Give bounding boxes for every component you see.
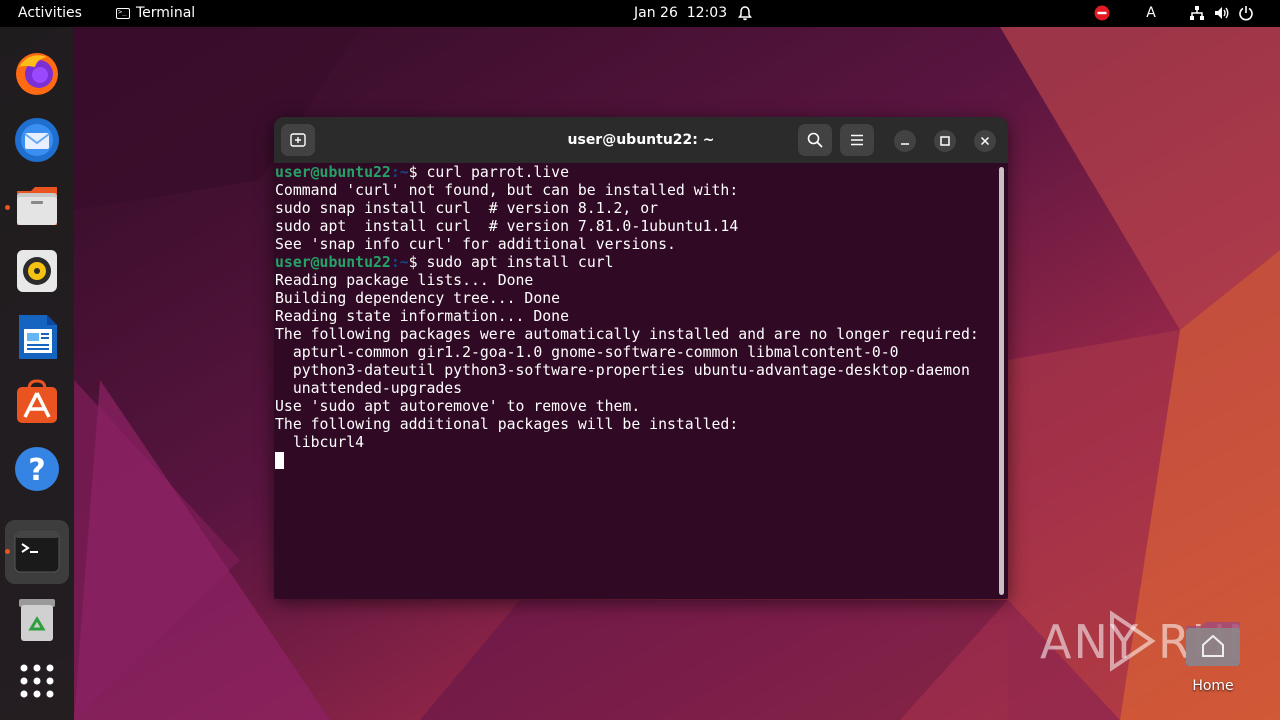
prompt-symbol: $ — [408, 164, 427, 181]
prompt-user: user@ubuntu22 — [275, 164, 391, 181]
terminal-line: sudo apt install curl # version 7.81.0-1… — [275, 218, 739, 235]
svg-text:?: ? — [28, 453, 45, 488]
terminal-window[interactable]: user@ubuntu22: ~ user@ubuntu22:~$ curl p… — [274, 117, 1008, 599]
terminal-line: Building dependency tree... Done — [275, 290, 561, 307]
prompt-path: :~ — [390, 254, 409, 271]
command-text: sudo apt install curl — [426, 254, 614, 271]
menu-button[interactable] — [840, 124, 874, 156]
network-icon — [1190, 6, 1204, 20]
terminal-line: Reading package lists... Done — [275, 272, 534, 289]
terminal-line: apturl-common gir1.2-goa-1.0 gnome-softw… — [275, 344, 899, 361]
activities-button[interactable]: Activities — [18, 0, 82, 27]
dock-ubuntu-software[interactable] — [11, 377, 63, 429]
dock-terminal[interactable] — [11, 526, 63, 578]
dock-files[interactable] — [11, 179, 63, 231]
close-icon — [980, 136, 990, 146]
desktop-home-icon[interactable] — [1184, 618, 1242, 668]
terminal-line: See 'snap info curl' for additional vers… — [275, 236, 676, 253]
terminal-icon: >_ — [116, 8, 130, 19]
clock-button[interactable]: Jan 26 12:03 — [634, 0, 727, 27]
app-menu-label: Terminal — [136, 5, 196, 21]
terminal-line: The following additional packages will b… — [275, 416, 739, 433]
app-grid-icon — [20, 664, 54, 698]
dock-help[interactable]: ? — [11, 443, 63, 495]
terminal-line: Command 'curl' not found, but can be ins… — [275, 182, 739, 199]
hamburger-menu-icon — [851, 134, 863, 146]
minimize-icon — [901, 143, 909, 145]
app-menu-button[interactable]: >_ Terminal — [116, 0, 195, 27]
trash-icon — [19, 599, 55, 641]
terminal-output[interactable]: user@ubuntu22:~$ curl parrot.live Command… — [274, 163, 998, 599]
dock-trash[interactable] — [11, 593, 63, 645]
dock-rhythmbox[interactable] — [11, 245, 63, 297]
top-bar: Activities >_ Terminal Jan 26 12:03 A — [0, 0, 1280, 27]
maximize-icon — [940, 136, 950, 146]
clock-date: Jan 26 — [634, 5, 678, 21]
terminal-line: Reading state information... Done — [275, 308, 569, 325]
terminal-line: libcurl4 — [275, 434, 365, 451]
minimize-button[interactable] — [894, 130, 916, 152]
terminal-icon — [14, 531, 60, 573]
desktop-home-label: Home — [1192, 678, 1234, 694]
terminal-line — [275, 452, 998, 470]
terminal-line: user@ubuntu22:~$ curl parrot.live — [275, 164, 998, 182]
clock-time: 12:03 — [686, 5, 728, 21]
show-applications-button[interactable] — [11, 655, 63, 707]
firefox-icon — [16, 53, 58, 95]
terminal-scrollbar[interactable] — [999, 167, 1004, 595]
terminal-line: sudo snap install curl # version 8.1.2, … — [275, 200, 659, 217]
close-button[interactable] — [974, 130, 996, 152]
search-icon — [807, 132, 823, 148]
dock: ? — [0, 27, 74, 720]
files-icon — [17, 187, 57, 225]
rhythmbox-icon — [17, 250, 57, 292]
terminal-headerbar[interactable]: user@ubuntu22: ~ — [274, 117, 1008, 163]
prompt-symbol: $ — [408, 254, 427, 271]
prompt-path: :~ — [390, 164, 409, 181]
new-tab-button[interactable] — [281, 124, 315, 156]
dock-thunderbird[interactable] — [11, 113, 63, 165]
maximize-button[interactable] — [934, 130, 956, 152]
running-indicator — [5, 549, 10, 554]
running-indicator — [5, 205, 10, 210]
terminal-line: The following packages were automaticall… — [275, 326, 979, 343]
terminal-line: python3-dateutil python3-software-proper… — [275, 362, 970, 379]
dock-firefox[interactable] — [11, 47, 63, 99]
do-not-disturb-icon — [1094, 5, 1110, 21]
writer-icon — [19, 315, 57, 359]
home-folder-icon — [1186, 622, 1240, 666]
software-icon — [17, 379, 57, 423]
new-tab-icon — [290, 133, 306, 147]
thunderbird-icon — [15, 118, 59, 162]
terminal-line: Use 'sudo apt autoremove' to remove them… — [275, 398, 641, 415]
terminal-line: user@ubuntu22:~$ sudo apt install curl — [275, 254, 998, 272]
keyboard-layout-indicator: A — [1146, 5, 1156, 21]
volume-icon — [1215, 7, 1229, 19]
notification-bell-icon — [737, 0, 753, 27]
text-cursor — [275, 452, 284, 469]
dock-libreoffice-writer[interactable] — [11, 311, 63, 363]
help-icon: ? — [15, 447, 59, 491]
prompt-user: user@ubuntu22 — [275, 254, 391, 271]
terminal-line: unattended-upgrades — [275, 380, 463, 397]
search-button[interactable] — [798, 124, 832, 156]
power-icon — [1239, 6, 1253, 21]
command-text: curl parrot.live — [426, 164, 570, 181]
